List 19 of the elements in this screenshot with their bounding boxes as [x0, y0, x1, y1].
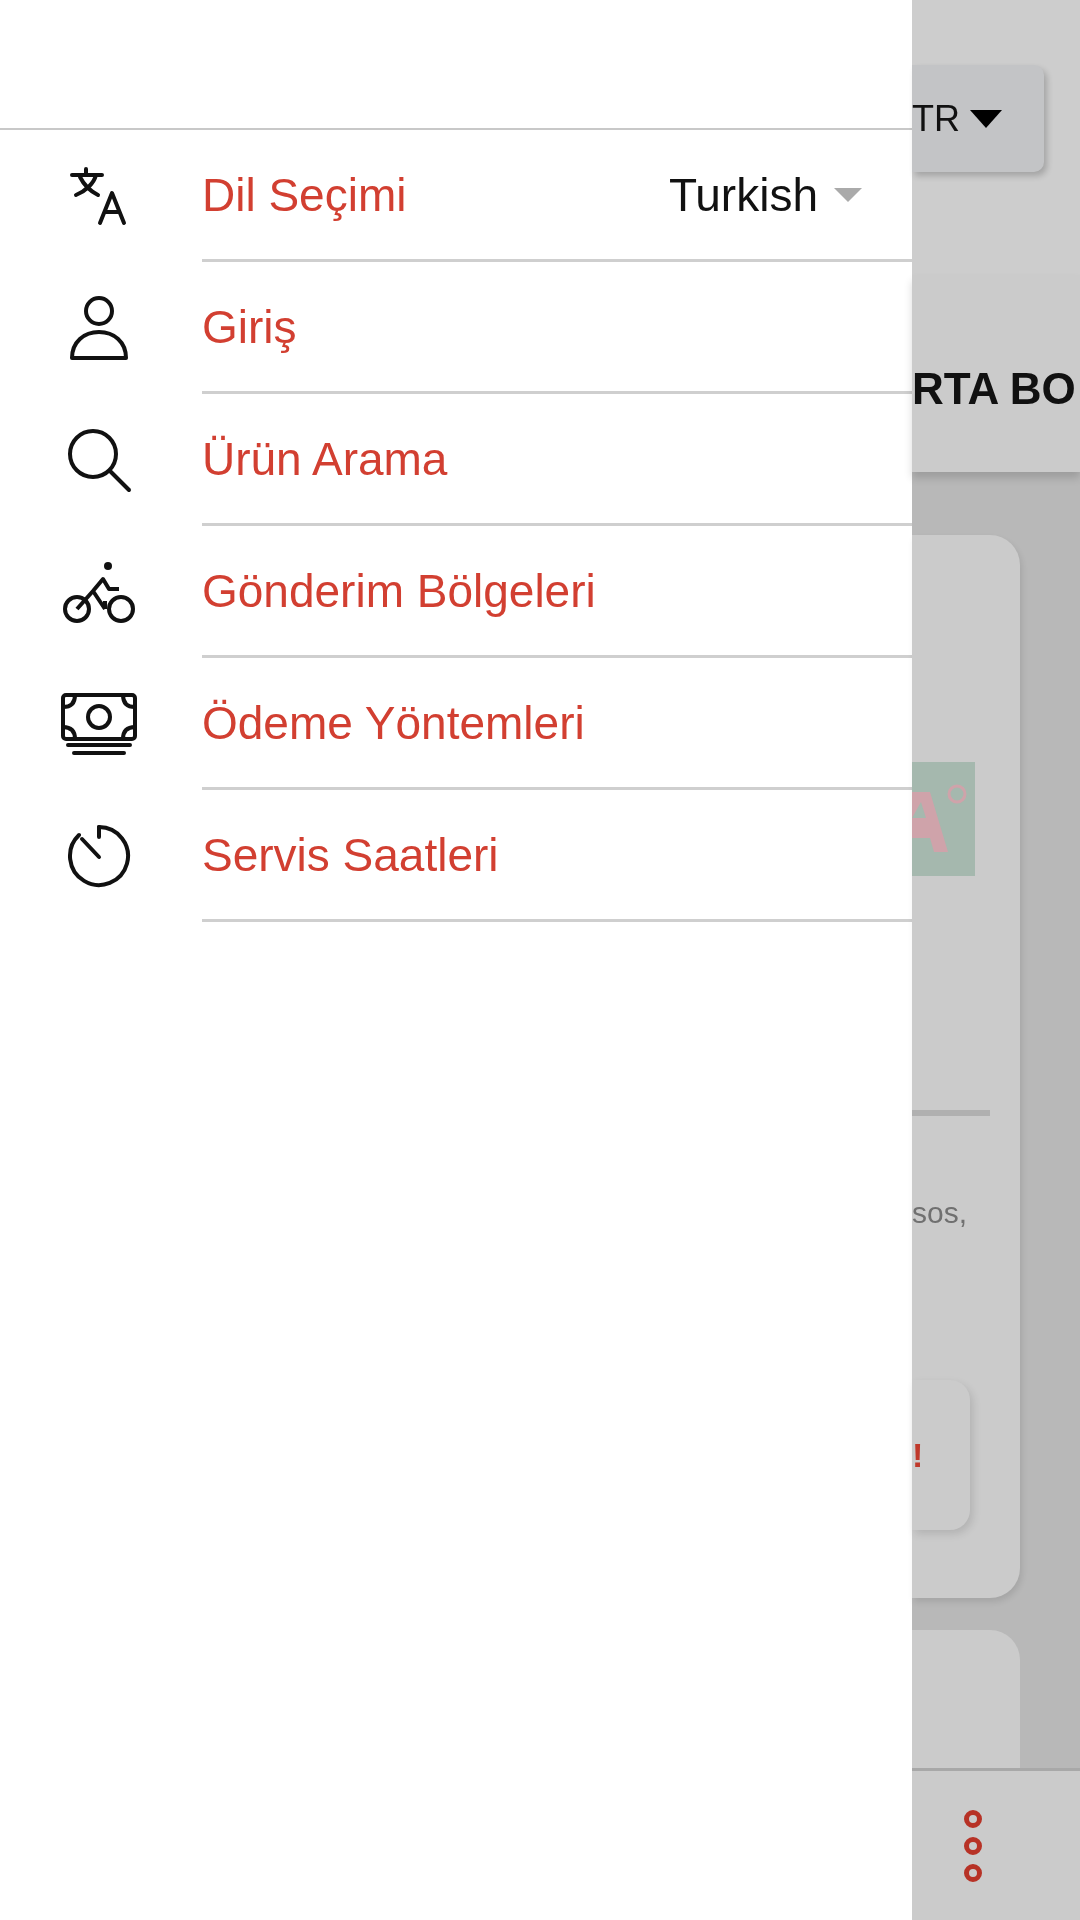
bicycle-icon	[63, 560, 135, 624]
alert-text: !	[912, 1435, 924, 1475]
search-icon	[66, 427, 132, 493]
caret-icon	[834, 187, 862, 202]
menu-item[interactable]: Ürün Arama	[202, 431, 448, 486]
menu-item[interactable]: Gönderim Bölgeleri	[202, 563, 596, 618]
menu-item[interactable]: Giriş	[202, 299, 297, 354]
heading: RTA BO	[912, 363, 1076, 414]
caret-icon	[970, 109, 1002, 128]
more-icon[interactable]	[963, 1808, 983, 1883]
language-select[interactable]: Turkish	[668, 167, 862, 222]
cash-icon	[60, 692, 138, 756]
menu-item[interactable]: Ödeme Yöntemleri	[202, 695, 585, 750]
description-text: sos,	[912, 1196, 969, 1230]
menu-item[interactable]: Dil Seçimi	[202, 167, 407, 222]
timer-icon	[66, 823, 132, 889]
menu-item[interactable]: Servis Saatleri	[202, 827, 499, 882]
user-icon	[68, 295, 130, 361]
language-button[interactable]: TR	[912, 65, 1044, 172]
